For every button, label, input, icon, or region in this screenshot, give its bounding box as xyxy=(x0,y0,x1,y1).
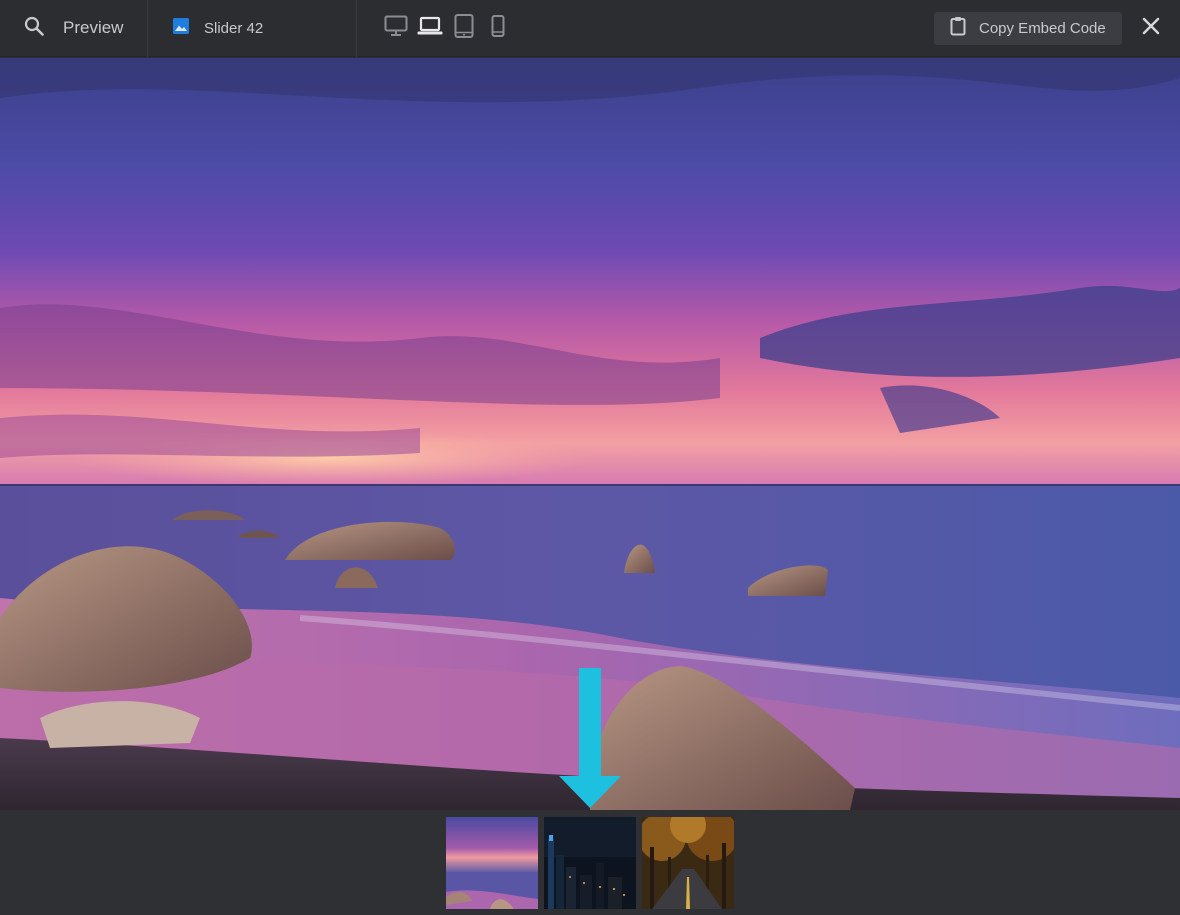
slide-image xyxy=(0,58,1180,810)
thumbnail-autumn-forest-road[interactable] xyxy=(642,817,734,909)
clipboard-icon xyxy=(950,16,966,40)
laptop-view-button[interactable] xyxy=(413,13,447,43)
search-icon xyxy=(24,16,44,41)
mobile-icon xyxy=(491,14,505,42)
device-switcher xyxy=(357,0,515,57)
thumbnail-city-at-night[interactable] xyxy=(544,817,636,909)
copy-embed-code-button[interactable]: Copy Embed Code xyxy=(934,11,1122,45)
mobile-view-button[interactable] xyxy=(481,13,515,43)
slider-name: Slider 42 xyxy=(204,19,264,37)
image-icon xyxy=(172,17,190,40)
copy-embed-code-label: Copy Embed Code xyxy=(979,19,1106,37)
tablet-icon xyxy=(454,13,474,43)
laptop-icon xyxy=(417,16,443,41)
desktop-icon xyxy=(384,15,408,42)
thumbnail-strip xyxy=(0,810,1180,915)
preview-toolbar: Preview Slider 42 Copy Embed Code xyxy=(0,0,1180,57)
close-icon xyxy=(1142,17,1160,40)
desktop-view-button[interactable] xyxy=(379,13,413,43)
slider-selector[interactable]: Slider 42 xyxy=(148,0,357,57)
preview-section: Preview xyxy=(0,0,148,57)
thumbnail-sunset-seascape[interactable] xyxy=(446,817,538,909)
tablet-view-button[interactable] xyxy=(447,13,481,43)
close-button[interactable] xyxy=(1122,0,1180,57)
preview-title: Preview xyxy=(63,18,124,37)
